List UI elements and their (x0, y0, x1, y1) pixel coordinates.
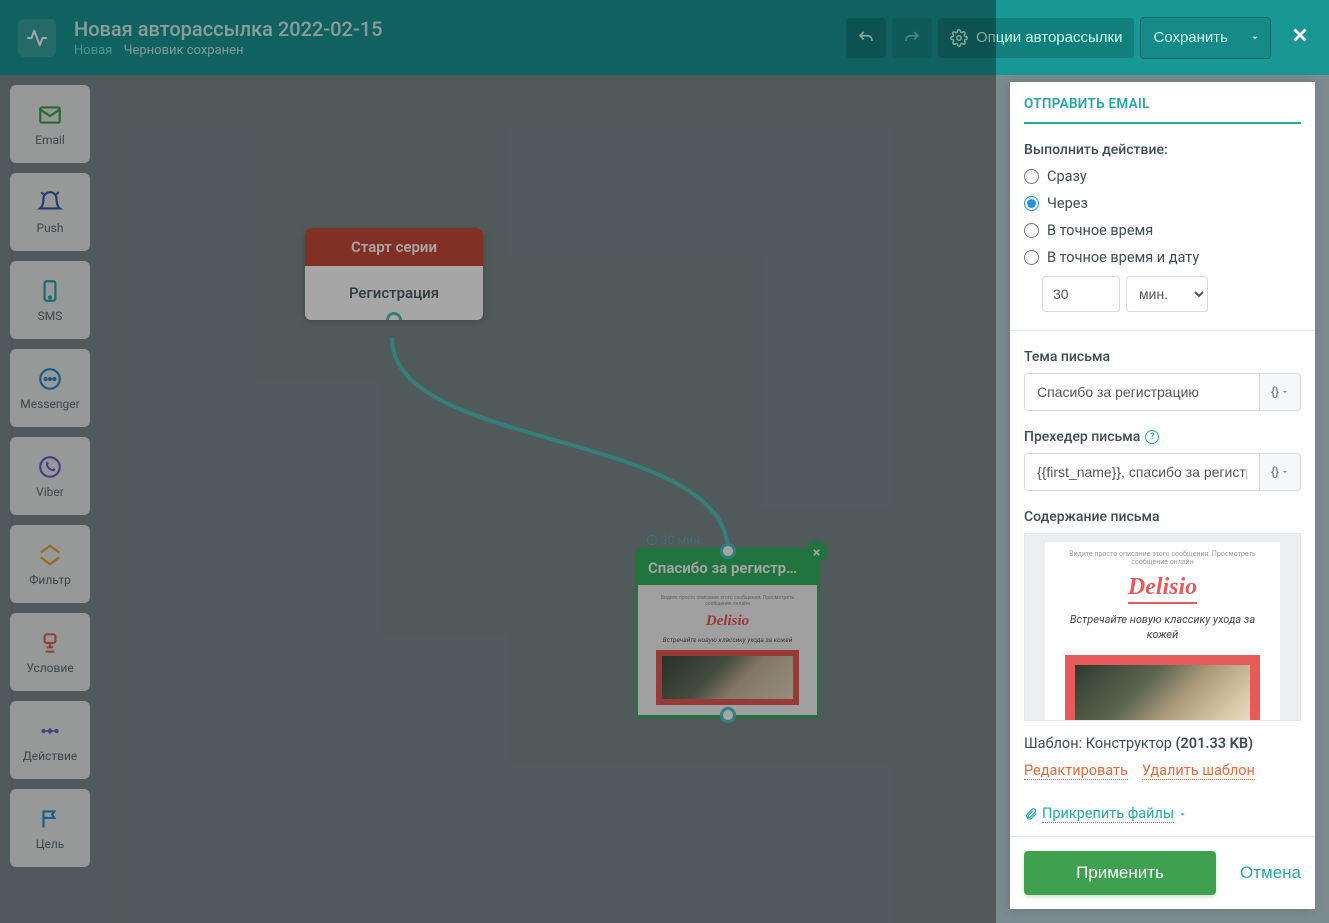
save-button-group: Сохранить (1140, 17, 1271, 59)
undo-icon (857, 29, 875, 47)
sidebar-item-label: Фильтр (29, 573, 71, 587)
sidebar-item-label: Действие (23, 749, 78, 763)
sidebar-item-label: Email (35, 133, 65, 147)
save-dropdown-button[interactable] (1240, 18, 1270, 58)
content-label: Содержание письма (1024, 509, 1301, 525)
node-port-in[interactable] (720, 543, 736, 559)
sidebar-item-label: Messenger (20, 397, 79, 411)
sidebar-item-label: Условие (26, 661, 73, 675)
node-start[interactable]: Старт серии Регистрация (305, 228, 483, 320)
action-icon (36, 717, 64, 745)
pulse-icon (26, 27, 48, 49)
chevron-down-icon (1250, 33, 1260, 43)
app-logo[interactable] (18, 19, 56, 57)
goal-icon (36, 805, 64, 833)
cancel-button[interactable]: Отмена (1240, 863, 1301, 883)
chevron-down-icon (1281, 388, 1289, 396)
sidebar-item-label: Цель (36, 837, 65, 851)
redo-icon (903, 29, 921, 47)
gear-icon (950, 29, 968, 47)
status-new: Новая (74, 43, 112, 58)
mail-icon (36, 101, 64, 129)
panel-title: ОТПРАВИТЬ EMAIL (1024, 96, 1301, 124)
help-icon[interactable]: ? (1145, 430, 1159, 444)
node-timer: 30 мин. (646, 533, 703, 547)
redo-button[interactable] (892, 18, 932, 58)
sidebar-item-viber[interactable]: Viber (10, 437, 90, 515)
flow-canvas[interactable] (100, 75, 996, 923)
condition-icon (36, 629, 64, 657)
settings-panel: ОТПРАВИТЬ EMAIL Выполнить действие: Сраз… (1010, 82, 1315, 909)
bell-icon (36, 189, 64, 217)
sidebar-item-label: Push (37, 221, 64, 235)
delete-template-link[interactable]: Удалить шаблон (1142, 762, 1255, 780)
options-label: Опции авторассылки (976, 29, 1123, 46)
node-close-button[interactable] (805, 541, 827, 563)
page-subtitle: Новая Черновик сохранен (74, 43, 840, 58)
phone-icon (36, 277, 64, 305)
node-email-preview: Видите просто описание этого сообщения. … (638, 585, 817, 715)
sidebar-item-messenger[interactable]: Messenger (10, 349, 90, 427)
undo-button[interactable] (846, 18, 886, 58)
radio-now[interactable]: Сразу (1024, 168, 1301, 185)
chevron-down-icon (1178, 810, 1187, 819)
template-info: Шаблон: Конструктор (201.33 KB) (1024, 735, 1301, 752)
edit-template-link[interactable]: Редактировать (1024, 762, 1128, 780)
radio-exact-datetime[interactable]: В точное время и дату (1024, 249, 1301, 266)
attach-files[interactable]: Прикрепить файлы (1024, 805, 1301, 823)
options-button[interactable]: Опции авторассылки (938, 18, 1135, 58)
header-titles: Новая авторассылка 2022-02-15 Новая Черн… (74, 17, 840, 58)
subject-label: Тема письма (1024, 349, 1301, 365)
viber-icon (36, 453, 64, 481)
clock-icon (646, 534, 658, 546)
sidebar-item-action[interactable]: Действие (10, 701, 90, 779)
chat-icon (36, 365, 64, 393)
node-email[interactable]: 30 мин. Спасибо за регистр… Видите прост… (635, 548, 820, 718)
page-title: Новая авторассылка 2022-02-15 (74, 17, 840, 41)
preheader-input[interactable] (1024, 453, 1259, 491)
node-start-header: Старт серии (305, 228, 483, 266)
sidebar-item-sms[interactable]: SMS (10, 261, 90, 339)
sidebar-item-label: Viber (36, 485, 64, 499)
status-saved: Черновик сохранен (124, 43, 244, 58)
delay-unit-select[interactable]: мин. (1126, 276, 1208, 312)
vars-button[interactable]: {} (1259, 373, 1301, 411)
preheader-label: Прехедер письма ? (1024, 429, 1301, 445)
close-button[interactable] (1289, 23, 1311, 53)
close-icon (811, 547, 822, 558)
node-port-out[interactable] (720, 707, 736, 723)
sidebar-item-condition[interactable]: Условие (10, 613, 90, 691)
content-preview[interactable]: Видите просто описание этого сообщения. … (1024, 533, 1301, 721)
paperclip-icon (1024, 807, 1038, 821)
action-label: Выполнить действие: (1024, 142, 1301, 158)
sidebar-item-label: SMS (38, 309, 63, 323)
radio-after[interactable]: Через (1024, 195, 1301, 212)
sidebar-item-goal[interactable]: Цель (10, 789, 90, 867)
subject-input[interactable] (1024, 373, 1259, 411)
sidebar-item-email[interactable]: Email (10, 85, 90, 163)
sidebar-item-push[interactable]: Push (10, 173, 90, 251)
panel-footer: Применить Отмена (1010, 836, 1315, 909)
tool-sidebar: Email Push SMS Messenger Viber Фильтр Ус… (10, 85, 90, 877)
filter-icon (36, 541, 64, 569)
sidebar-item-filter[interactable]: Фильтр (10, 525, 90, 603)
chevron-down-icon (1281, 468, 1289, 476)
vars-button[interactable]: {} (1259, 453, 1301, 491)
radio-exact-time[interactable]: В точное время (1024, 222, 1301, 239)
apply-button[interactable]: Применить (1024, 851, 1216, 895)
close-icon (1289, 24, 1311, 46)
app-header: Новая авторассылка 2022-02-15 Новая Черн… (0, 0, 1329, 75)
save-button[interactable]: Сохранить (1141, 18, 1240, 58)
delay-value-input[interactable] (1042, 276, 1120, 312)
